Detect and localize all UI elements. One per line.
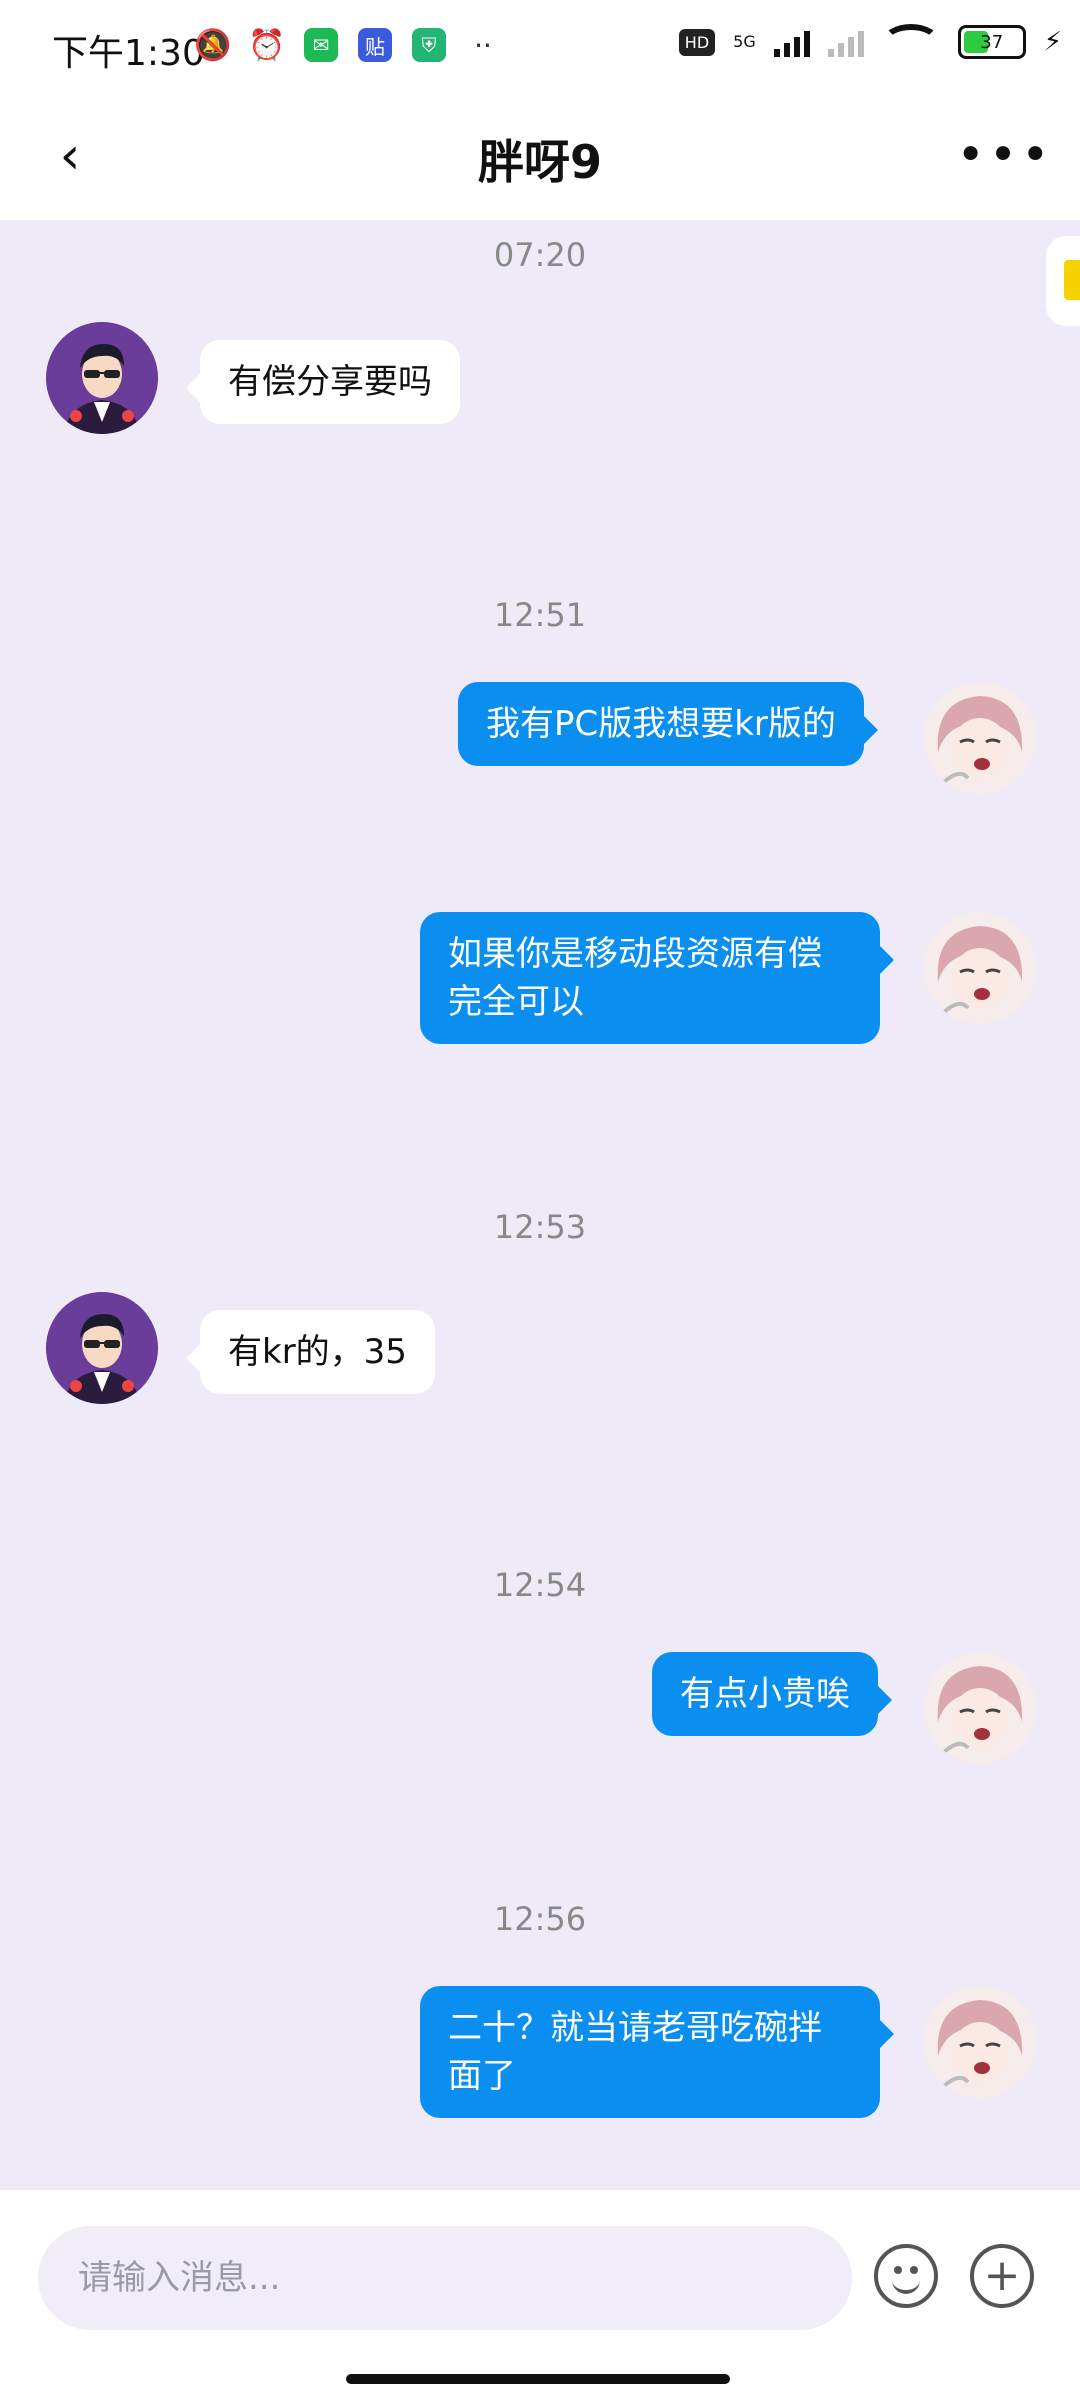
status-bar: 下午1:30 🔕 ⏰ ✉ 贴 ⛨ ·· HD 5G 37 ⚡ <box>0 0 1080 96</box>
timestamp: 07:20 <box>493 236 587 274</box>
message-bubble-outgoing[interactable]: 二十？就当请老哥吃碗拌面了 <box>420 1986 894 2118</box>
timestamp: 12:56 <box>493 1900 587 1938</box>
timestamp: 12:51 <box>493 596 587 634</box>
status-time: 下午1:30 <box>52 33 205 74</box>
hd-badge: HD <box>678 28 716 56</box>
more-options-icon[interactable]: ••• <box>957 127 1050 183</box>
shield-icon: ⛨ <box>412 28 446 62</box>
message-bubble-outgoing[interactable]: 如果你是移动段资源有偿完全可以 <box>420 912 894 1044</box>
contact-avatar[interactable] <box>46 1292 158 1404</box>
home-indicator[interactable] <box>346 2374 730 2384</box>
add-attachment-icon[interactable]: + <box>970 2244 1034 2308</box>
message-bubble-incoming[interactable]: 有kr的，35 <box>186 1310 435 1394</box>
charging-icon: ⚡ <box>1043 27 1062 57</box>
message-bubble-outgoing[interactable]: 我有PC版我想要kr版的 <box>458 682 878 766</box>
my-avatar[interactable] <box>924 682 1036 794</box>
message-input-bar: + <box>0 2190 1080 2400</box>
wechat-icon: ✉ <box>304 28 338 62</box>
message-bubble-outgoing[interactable]: 有点小贵唉 <box>652 1652 892 1736</box>
chat-header: ‹ 胖呀9 ••• <box>0 96 1080 220</box>
mute-icon: 🔕 <box>194 27 232 63</box>
contact-avatar[interactable] <box>46 322 158 434</box>
message-bubble-incoming[interactable]: 有偿分享要吗 <box>186 340 460 424</box>
battery-level: 37 <box>980 31 1004 53</box>
emoji-icon[interactable] <box>874 2244 938 2308</box>
more-notifications-icon: ·· <box>474 28 492 62</box>
signal-2-icon <box>827 27 864 57</box>
tieba-icon: 贴 <box>358 28 392 62</box>
my-avatar[interactable] <box>924 1986 1036 2098</box>
my-avatar[interactable] <box>924 912 1036 1024</box>
chat-title: 胖呀9 <box>477 135 602 189</box>
timestamp: 12:54 <box>493 1566 587 1604</box>
my-avatar[interactable] <box>924 1652 1036 1764</box>
wifi-icon <box>881 24 940 60</box>
message-input[interactable] <box>38 2226 852 2330</box>
network-type: 5G <box>733 32 756 51</box>
timestamp: 12:53 <box>493 1208 587 1246</box>
battery-icon: 37 <box>957 25 1026 59</box>
alarm-icon: ⏰ <box>248 27 286 63</box>
signal-icon <box>773 27 810 57</box>
